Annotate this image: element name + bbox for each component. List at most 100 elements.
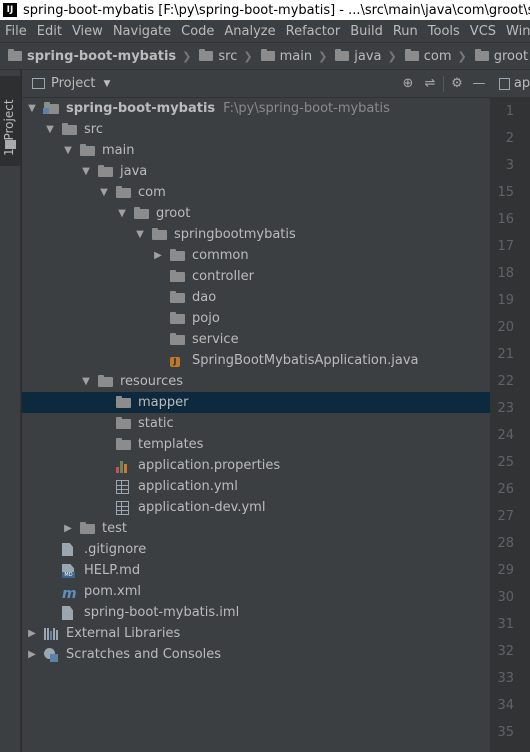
tree-node-label: service (192, 329, 239, 350)
breadcrumb-item[interactable]: com ❯ (397, 49, 467, 64)
menu-item-navigate[interactable]: Navigate (108, 24, 176, 39)
tree-node-label: spring-boot-mybatis F:\py\spring-boot-myb… (66, 98, 390, 119)
tree-node-label: main (102, 140, 134, 161)
tree-node[interactable]: ▼ groot (22, 203, 490, 224)
gear-icon[interactable]: ⚙ (446, 76, 468, 91)
resources-folder-icon (98, 375, 113, 387)
tree-node[interactable]: mapper (22, 392, 490, 413)
expand-arrow-icon[interactable]: ▼ (117, 203, 127, 224)
tree-node[interactable]: ▼ src (22, 119, 490, 140)
line-number: 1 (505, 104, 514, 119)
line-number: 19 (497, 293, 514, 308)
breadcrumb-item[interactable]: main ❯ (253, 49, 327, 64)
line-number: 32 (497, 644, 514, 659)
collapse-arrow-icon[interactable]: ▶ (27, 644, 37, 665)
folder-icon (80, 522, 95, 534)
expand-arrow-icon[interactable]: ▼ (81, 161, 91, 182)
project-view-selector[interactable]: Project (51, 76, 95, 91)
menu-item-code[interactable]: Code (176, 24, 219, 39)
tree-node-name: service (192, 332, 239, 347)
tree-node[interactable]: ▶ common (22, 245, 490, 266)
menu-item-vcs[interactable]: VCS (465, 24, 501, 39)
breadcrumb-item[interactable]: src ❯ (191, 48, 253, 64)
editor-tab[interactable]: ap (490, 70, 530, 98)
minimize-icon[interactable]: — (468, 76, 490, 91)
tree-node[interactable]: templates (22, 434, 490, 455)
tree-node[interactable]: controller (22, 266, 490, 287)
menu-item-refactor[interactable]: Refactor (281, 24, 346, 39)
line-number: 18 (497, 266, 514, 281)
tree-node-name: springbootmybatis (174, 227, 296, 242)
tree-node[interactable]: ▼ com (22, 182, 490, 203)
breadcrumb-label: src (218, 48, 238, 64)
properties-file-icon (116, 459, 129, 473)
collapse-arrow-icon[interactable]: ▶ (63, 518, 73, 539)
menu-bar: File Edit View Navigate Code Analyze Refactor B… (0, 20, 530, 42)
tree-node[interactable]: static (22, 413, 490, 434)
expand-arrow-icon[interactable]: ▼ (135, 224, 145, 245)
collapse-arrow-icon[interactable]: ▶ (153, 245, 163, 266)
target-icon[interactable]: ⊕ (397, 76, 419, 91)
tree-node-label: java (120, 161, 147, 182)
tree-node[interactable]: J SpringBootMybatisApplication.java (22, 350, 490, 371)
breadcrumb-item[interactable]: groot❯ (467, 49, 530, 64)
folder-icon (474, 49, 489, 61)
tree-node[interactable]: ▶ External Libraries (22, 623, 490, 644)
package-icon (170, 270, 185, 282)
expand-arrow-icon[interactable]: ▼ (45, 119, 55, 140)
breadcrumb-item[interactable]: java ❯ (327, 49, 397, 64)
line-number: 16 (497, 212, 514, 227)
menu-item-windo[interactable]: Windo (501, 24, 530, 39)
menu-item-edit[interactable]: Edit (32, 24, 67, 39)
tree-node[interactable]: ▼ main (22, 140, 490, 161)
line-number: 27 (497, 509, 514, 524)
tree-node[interactable]: MD HELP.md (22, 560, 490, 581)
expand-arrow-icon[interactable]: ▼ (99, 182, 109, 203)
line-number: 17 (497, 239, 514, 254)
menu-item-run[interactable]: Run (388, 24, 423, 39)
tree-node[interactable]: application.yml (22, 476, 490, 497)
triangle-down-icon[interactable]: ▼ (103, 79, 110, 89)
collapse-arrow-icon[interactable]: ▶ (27, 623, 37, 644)
left-tool-stripe: 1: Project (0, 70, 21, 752)
tree-node[interactable]: application-dev.yml (22, 497, 490, 518)
chevron-right-icon: ❯ (457, 49, 467, 63)
tree-node[interactable]: pojo (22, 308, 490, 329)
tree-node[interactable]: ▶ test (22, 518, 490, 539)
tree-node[interactable]: application.properties (22, 455, 490, 476)
expand-arrow-icon[interactable]: ▼ (81, 371, 91, 392)
tree-node[interactable]: ▶ Scratches and Consoles (22, 644, 490, 665)
tree-node-name: common (192, 248, 249, 263)
tree-node-name: java (120, 164, 148, 179)
folder-icon (80, 144, 95, 156)
breadcrumb-item[interactable]: spring-boot-mybatis ❯ (0, 49, 191, 64)
tree-node[interactable]: ▼ resources (22, 371, 490, 392)
tree-node-label: application.yml (138, 476, 238, 497)
tree-node[interactable]: m pom.xml (22, 581, 490, 602)
iml-file-icon (62, 606, 73, 620)
tree-node[interactable]: .gitignore (22, 539, 490, 560)
expand-arrow-icon[interactable]: ▼ (63, 140, 73, 161)
tree-node[interactable]: ▼ springbootmybatis (22, 224, 490, 245)
tree-node[interactable]: spring-boot-mybatis.iml (22, 602, 490, 623)
folder-icon (116, 417, 131, 429)
menu-item-file[interactable]: File (0, 24, 32, 39)
package-icon (116, 186, 131, 198)
menu-item-view[interactable]: View (67, 24, 108, 39)
tree-node-name: src (84, 122, 103, 137)
menu-item-tools[interactable]: Tools (423, 24, 465, 39)
collapse-icon[interactable]: ⇌ (419, 76, 441, 91)
tree-node[interactable]: ▼ spring-boot-mybatis F:\py\spring-boot-my… (22, 98, 490, 119)
tree-node[interactable]: dao (22, 287, 490, 308)
menu-item-analyze[interactable]: Analyze (219, 24, 280, 39)
menu-item-build[interactable]: Build (345, 24, 388, 39)
expand-arrow-icon[interactable]: ▼ (27, 98, 37, 119)
package-icon (170, 312, 185, 324)
folder-icon (404, 49, 419, 61)
tree-node-label: mapper (138, 392, 188, 413)
project-tool-tab[interactable]: 1: Project (0, 76, 21, 166)
line-number: 22 (497, 374, 514, 389)
tree-node[interactable]: service (22, 329, 490, 350)
tree-node[interactable]: ▼ java (22, 161, 490, 182)
breadcrumb-label: groot (493, 48, 529, 64)
